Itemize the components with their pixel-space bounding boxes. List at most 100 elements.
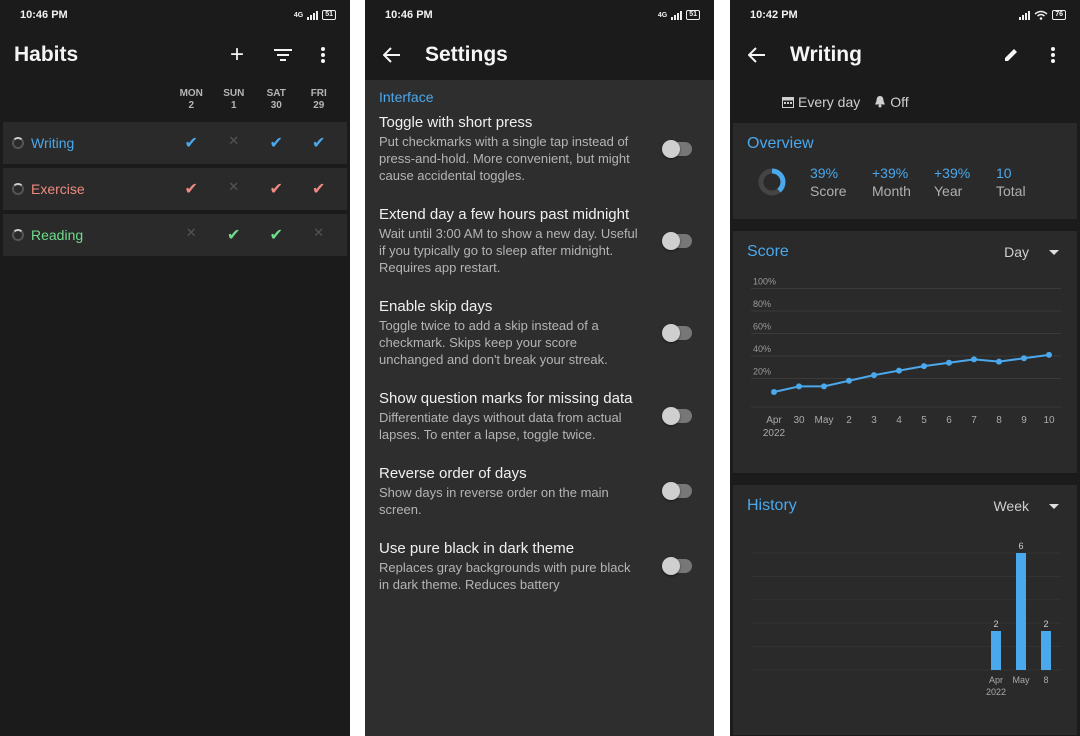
setting-item[interactable]: Use pure black in dark theme Replaces gra…: [379, 539, 700, 593]
setting-title: Use pure black in dark theme: [379, 540, 575, 557]
edit-pencil-icon[interactable]: [998, 42, 1024, 68]
setting-item[interactable]: Extend day a few hours past midnight Wait…: [379, 205, 700, 276]
y-tick-label: 80%: [753, 299, 771, 309]
checkmark-icon[interactable]: ✔: [170, 133, 213, 153]
setting-item[interactable]: Enable skip days Toggle twice to add a sk…: [379, 297, 700, 368]
setting-description: Wait until 3:00 AM to show a new day. Us…: [379, 226, 638, 275]
habit-row[interactable]: Reading ✕ ✔ ✔ ✕: [3, 214, 347, 256]
setting-description: Toggle twice to add a skip instead of a …: [379, 318, 608, 367]
score-chart: 100% 80% 60% 40% 20% Apr 2022 30 May 2 3 4 5 6 7 8 9 10: [751, 276, 1061, 439]
habit-name: Exercise: [31, 181, 85, 197]
day-column-header: SAT 30: [255, 88, 298, 122]
more-vert-icon[interactable]: [310, 42, 336, 68]
overview-card: Overview 39% Score +39% Month +39% Year 10 Tota…: [733, 123, 1077, 219]
x-tick-label: Apr: [766, 415, 782, 426]
habit-progress-ring-icon: [12, 137, 24, 149]
checkmark-icon[interactable]: ✔: [255, 133, 298, 153]
x-tick-year: 2022: [763, 428, 786, 439]
score-range-dropdown[interactable]: Day: [1004, 244, 1059, 260]
habit-name: Reading: [31, 227, 84, 243]
habit-progress-ring-icon: [12, 229, 24, 241]
cross-icon[interactable]: ✕: [213, 133, 256, 153]
stat-label: Year: [934, 183, 963, 199]
habit-progress-ring-icon: [12, 183, 24, 195]
network-label: 4G: [657, 11, 668, 19]
dropdown-caret-icon: [1049, 249, 1059, 255]
checkmark-icon[interactable]: ✔: [255, 225, 298, 245]
stat-label: Month: [872, 183, 911, 199]
checkmark-icon[interactable]: ✔: [298, 133, 341, 153]
setting-item[interactable]: Show question marks for missing data Diff…: [379, 389, 700, 443]
status-bar: 10:46 PM 4G 51: [365, 0, 714, 30]
toggle-switch[interactable]: [662, 482, 692, 500]
toggle-switch[interactable]: [662, 231, 692, 250]
habit-row[interactable]: Exercise ✔ ✕ ✔ ✔: [3, 168, 347, 210]
x-tick-label: 8: [996, 415, 1002, 426]
x-tick-label: 3: [871, 415, 877, 426]
habit-row[interactable]: Writing ✔ ✕ ✔ ✔: [3, 122, 347, 164]
history-bar: [991, 631, 1001, 670]
x-tick-label: 5: [921, 415, 927, 426]
score-point: [821, 383, 827, 390]
setting-item[interactable]: Reverse order of days Show days in revers…: [379, 464, 700, 518]
bar-value-label: 2: [993, 619, 998, 629]
x-tick-label: May: [1012, 675, 1030, 685]
day-date: 29: [313, 100, 325, 111]
habit-list: Writing ✔ ✕ ✔ ✔ Exercise ✔ ✕ ✔ ✔ Reading ✕ ✔ ✔ ✕: [0, 122, 350, 256]
overview-stat: 10 Total: [996, 165, 1058, 199]
toggle-switch[interactable]: [662, 139, 692, 158]
overview-stat: +39% Year: [934, 165, 996, 199]
filter-icon[interactable]: [270, 42, 296, 68]
toggle-switch[interactable]: [662, 407, 692, 425]
back-arrow-icon[interactable]: [744, 42, 770, 68]
score-title: Score: [747, 243, 789, 260]
x-tick-label: 10: [1043, 415, 1055, 426]
setting-description: Replaces gray backgrounds with pure blac…: [379, 560, 631, 592]
cross-icon[interactable]: ✕: [170, 225, 213, 245]
overview-title: Overview: [747, 135, 814, 152]
app-bar: Settings: [365, 30, 714, 80]
stat-label: Total: [996, 183, 1026, 199]
x-tick-label: Apr: [989, 675, 1003, 685]
x-tick-label: May: [815, 415, 834, 426]
more-vert-icon[interactable]: [1040, 42, 1066, 68]
history-title: History: [747, 497, 797, 514]
score-point: [796, 383, 802, 390]
stat-value: +39%: [872, 165, 909, 181]
status-time: 10:46 PM: [20, 9, 68, 21]
setting-title: Show question marks for missing data: [379, 390, 633, 407]
checkmark-icon[interactable]: ✔: [170, 179, 213, 199]
cross-icon[interactable]: ✕: [298, 225, 341, 245]
day-column-header: SUN 1: [213, 88, 256, 122]
toggle-switch[interactable]: [662, 557, 692, 575]
toggle-switch[interactable]: [662, 323, 692, 342]
app-bar: Habits +: [0, 30, 350, 80]
stat-value: +39%: [934, 165, 971, 181]
checkmark-icon[interactable]: ✔: [255, 179, 298, 199]
history-range-dropdown[interactable]: Week: [993, 498, 1059, 514]
setting-title: Reverse order of days: [379, 465, 527, 482]
score-point: [771, 388, 777, 395]
score-line: [773, 353, 1050, 393]
checkmark-icon[interactable]: ✔: [298, 179, 341, 199]
habit-subtitle: Every day Off: [730, 80, 1080, 123]
day-date: 30: [270, 100, 282, 111]
settings-screen: 10:46 PM 4G 51 Settings Interface Toggle…: [365, 0, 714, 736]
setting-description: Show days in reverse order on the main s…: [379, 485, 609, 517]
x-tick-label: 30: [793, 415, 805, 426]
cross-icon[interactable]: ✕: [213, 179, 256, 199]
x-tick-label: 7: [971, 415, 977, 426]
back-arrow-icon[interactable]: [379, 42, 405, 68]
status-time: 10:46 PM: [385, 9, 433, 21]
setting-item[interactable]: Toggle with short press Put checkmarks wi…: [379, 113, 700, 184]
x-tick-label: 9: [1021, 415, 1027, 426]
history-chart: 2 Apr 2022 6 May 2 8: [751, 541, 1061, 697]
x-tick-label: 2: [846, 415, 852, 426]
bell-icon: [875, 96, 886, 108]
score-point: [1021, 355, 1027, 362]
checkmark-icon[interactable]: ✔: [213, 225, 256, 245]
app-bar: Writing: [730, 30, 1080, 80]
dropdown-caret-icon: [1049, 503, 1059, 509]
status-bar: 10:42 PM 76: [730, 0, 1080, 30]
add-icon[interactable]: +: [224, 41, 250, 68]
